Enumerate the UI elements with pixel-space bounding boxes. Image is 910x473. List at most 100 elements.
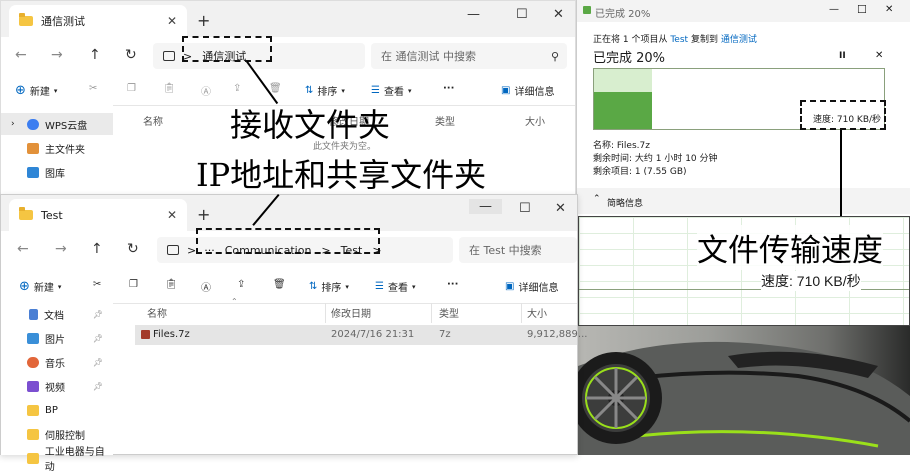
maximize-button[interactable]: ☐	[519, 201, 531, 216]
zoom-border	[579, 289, 909, 325]
car-illustration	[578, 341, 910, 455]
refresh-icon[interactable]: ↻	[127, 241, 139, 257]
sidebar-item-servo[interactable]: 伺服控制	[1, 423, 113, 445]
tab-receive-folder[interactable]: 通信测试 ✕	[9, 5, 187, 37]
close-button[interactable]: ✕	[555, 201, 566, 216]
rename-icon[interactable]: Ⓐ	[201, 279, 211, 294]
forward-icon[interactable]: →	[51, 47, 63, 63]
file-date: 2024/7/16 21:31	[331, 329, 415, 340]
sidebar-item-industrial[interactable]: 工业电器与自动	[1, 447, 113, 473]
back-icon[interactable]: ←	[17, 241, 29, 257]
command-bar: ⊕ 新建 ▾ ✂ ❐ 📋︎ Ⓐ ⇪ 🗑︎ ⇅ 排序 ▾ ☰ 查看 ▾ ··· ▣…	[1, 269, 577, 304]
more-button[interactable]: ···	[447, 279, 458, 290]
column-header-size[interactable]: 大小	[525, 113, 545, 128]
maximize-button[interactable]: ☐	[516, 7, 528, 22]
view-label: 查看	[383, 87, 404, 98]
chevron-down-icon: ▾	[53, 86, 58, 95]
cut-icon[interactable]: ✂	[93, 279, 101, 290]
pin-icon[interactable]: 📌︎	[93, 358, 103, 367]
source-link[interactable]: Test	[670, 35, 688, 45]
tab-title: Test	[41, 208, 63, 222]
new-button[interactable]: ⊕ 新建 ▾	[19, 279, 61, 294]
sidebar-item-pictures[interactable]: 图片 📌︎	[1, 327, 113, 349]
cut-icon[interactable]: ✂	[89, 83, 97, 94]
sidebar-item-gallery[interactable]: 图库	[1, 161, 113, 183]
search-placeholder: 在 通信测试 中搜索	[381, 50, 476, 63]
speed-annotation-title: 文件传输速度	[697, 225, 883, 270]
maximize-button[interactable]: ☐	[857, 3, 867, 16]
search-box[interactable]: 在 Test 中搜索	[459, 237, 577, 263]
items-remaining: 剩余项目: 1 (7.55 GB)	[593, 167, 687, 177]
new-tab-button[interactable]: +	[197, 205, 210, 224]
copy-icon[interactable]: ❐	[129, 279, 138, 290]
share-icon[interactable]: ⇪	[237, 279, 245, 290]
tab-close-button[interactable]: ✕	[167, 14, 177, 28]
chevron-up-icon: ⌃	[593, 194, 601, 204]
sidebar-item-label: 音乐	[45, 358, 65, 370]
dialog-title: 已完成 20%	[595, 9, 651, 20]
view-button[interactable]: ☰ 查看 ▾	[371, 83, 411, 98]
sidebar-item-label: 视频	[45, 382, 65, 394]
share-icon[interactable]: ⇪	[233, 83, 241, 94]
search-box[interactable]: 在 通信测试 中搜索 ⚲	[371, 43, 567, 69]
details-button[interactable]: ▣ 详细信息	[501, 83, 554, 98]
column-header-date[interactable]: 修改日期	[331, 305, 371, 320]
sidebar-item-home[interactable]: 主文件夹	[1, 137, 113, 159]
search-icon: ⚲	[550, 49, 559, 63]
sidebar-item-label: 文档	[44, 310, 64, 322]
details-button[interactable]: ▣ 详细信息	[505, 279, 558, 294]
forward-icon[interactable]: →	[55, 241, 67, 257]
column-header-name[interactable]: 名称	[143, 113, 163, 128]
gallery-icon	[27, 166, 39, 178]
copy-prefix: 正在将 1 个项目从	[593, 35, 668, 45]
column-header-type[interactable]: 类型	[435, 113, 455, 128]
view-icon: ☰	[375, 281, 384, 292]
minimize-button[interactable]: —	[829, 4, 839, 15]
refresh-icon[interactable]: ↻	[125, 47, 137, 63]
pin-icon[interactable]: 📌︎	[93, 334, 103, 343]
dest-link[interactable]: 通信测试	[721, 35, 757, 45]
column-header-type[interactable]: 类型	[439, 305, 459, 320]
up-icon[interactable]: ↑	[91, 241, 103, 257]
sidebar-item-wps[interactable]: › WPS云盘	[1, 113, 113, 135]
sidebar-item-videos[interactable]: 视频 📌︎	[1, 375, 113, 397]
receive-folder-highlight-box	[182, 36, 272, 62]
close-button[interactable]: ✕	[553, 7, 564, 22]
column-header-size[interactable]: 大小	[527, 305, 547, 320]
pin-icon[interactable]: 📌︎	[93, 310, 103, 319]
column-header-name[interactable]: 名称	[147, 305, 167, 320]
paste-icon[interactable]: 📋︎	[165, 279, 178, 290]
progress-heading: 已完成 20%	[593, 51, 666, 66]
folder-icon	[27, 404, 39, 416]
new-tab-button[interactable]: +	[197, 11, 210, 30]
close-button[interactable]: ✕	[885, 4, 893, 15]
minimize-button[interactable]: —	[467, 7, 480, 22]
cancel-button[interactable]: ✕	[875, 50, 883, 61]
view-button[interactable]: ☰ 查看 ▾	[375, 279, 415, 294]
tab-test-folder[interactable]: Test ✕	[9, 199, 187, 231]
new-button[interactable]: ⊕ 新建 ▾	[15, 83, 57, 98]
chevron-down-icon: ▾	[407, 86, 412, 95]
sort-button[interactable]: ⇅ 排序 ▾	[305, 83, 345, 98]
less-details-toggle[interactable]: ⌃ 简略信息	[577, 188, 910, 214]
navigation-pane: 文档 📌︎ 图片 📌︎ 音乐 📌︎ 视频 📌︎ BP 伺服控制 工业电器与自动	[1, 303, 113, 473]
copy-icon[interactable]: ❐	[127, 83, 136, 94]
new-label: 新建	[29, 87, 50, 98]
sidebar-item-bp[interactable]: BP	[1, 399, 113, 421]
delete-icon[interactable]: 🗑︎	[273, 279, 286, 290]
more-button[interactable]: ···	[443, 83, 454, 94]
file-row[interactable]: Files.7z 2024/7/16 21:31 7z 9,912,889...	[135, 325, 587, 345]
minimize-button[interactable]: —	[469, 199, 502, 214]
monitor-icon	[163, 51, 175, 61]
up-icon[interactable]: ↑	[89, 47, 101, 63]
sidebar-item-music[interactable]: 音乐 📌︎	[1, 351, 113, 373]
paste-icon[interactable]: 📋︎	[163, 83, 176, 94]
sort-button[interactable]: ⇅ 排序 ▾	[309, 279, 349, 294]
pin-icon[interactable]: 📌︎	[93, 382, 103, 391]
tab-title: 通信测试	[41, 15, 85, 28]
pause-button[interactable]: II	[839, 51, 846, 61]
sidebar-item-documents[interactable]: 文档 📌︎	[1, 303, 113, 325]
back-icon[interactable]: ←	[15, 47, 27, 63]
rename-icon[interactable]: Ⓐ	[201, 83, 211, 98]
tab-close-button[interactable]: ✕	[167, 208, 177, 222]
